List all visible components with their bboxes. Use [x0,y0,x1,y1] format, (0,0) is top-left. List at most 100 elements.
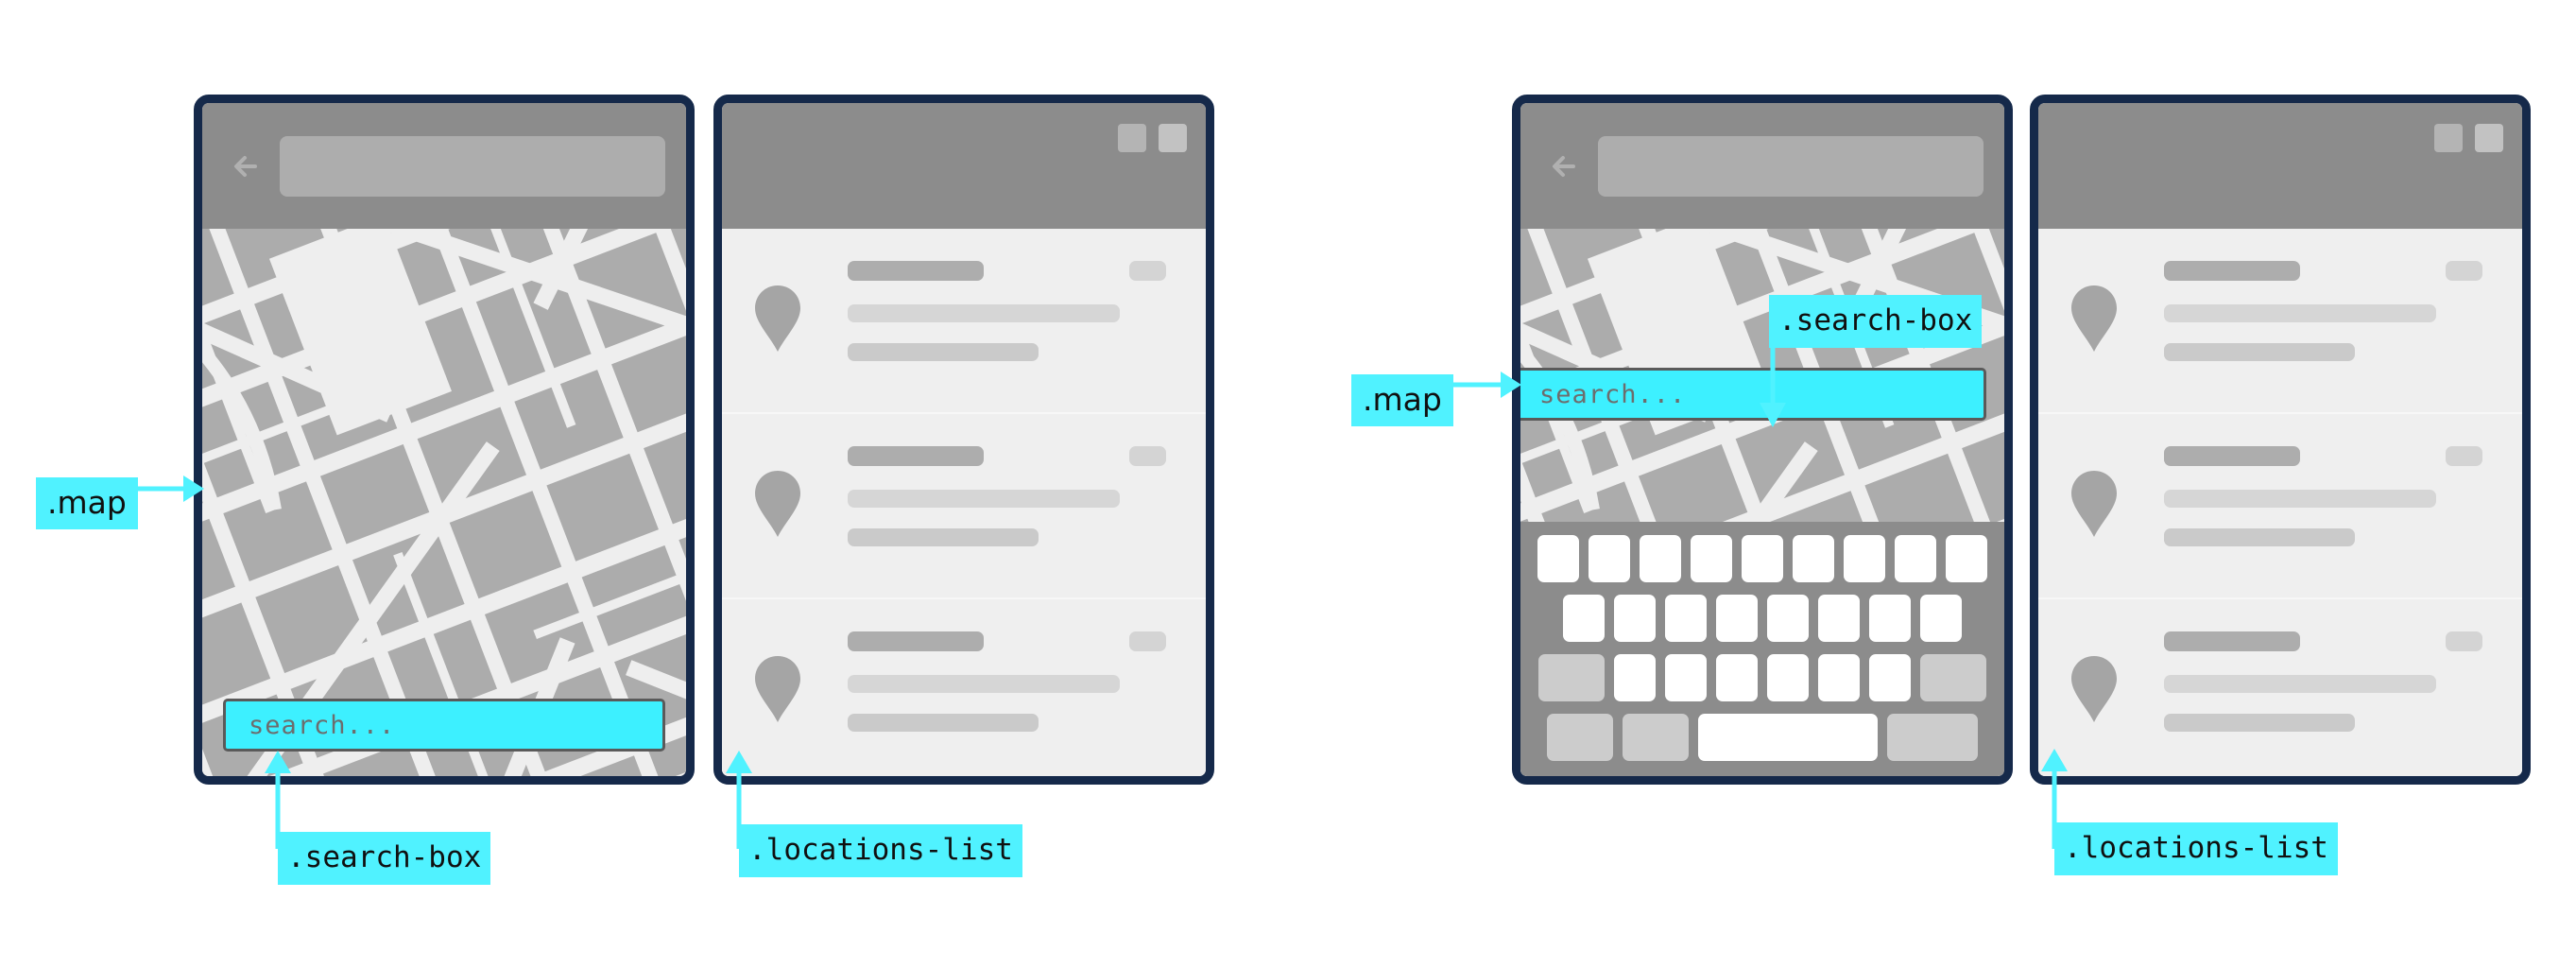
keyboard-key[interactable] [1742,535,1783,582]
list-item[interactable] [2038,599,2522,776]
browser-topbar [202,103,686,229]
keyboard-key[interactable] [1691,535,1732,582]
locations-list[interactable] [2038,229,2522,776]
search-box[interactable]: search... [223,699,665,752]
keyboard-row-1 [1532,535,1993,582]
list-item-line-1 [2164,675,2436,693]
list-item[interactable] [722,229,1206,414]
keyboard-key[interactable] [1614,654,1656,701]
list-item-line-2 [848,528,1039,546]
annotation-map: .map [36,477,138,529]
url-bar[interactable] [1598,135,1984,197]
keyboard-key[interactable] [1716,595,1758,642]
keyboard-key[interactable] [1920,595,1962,642]
locations-list-phone-keyboard [2030,95,2531,785]
keyboard-key[interactable] [1767,654,1809,701]
keyboard-key[interactable] [1869,595,1911,642]
keyboard-key[interactable] [1589,535,1630,582]
back-arrow-icon[interactable] [1545,146,1587,187]
list-item-line-2 [2164,528,2355,546]
list-item-title [848,261,984,281]
window-titlebar [722,103,1206,229]
map-screen: search... [202,103,686,776]
list-item-line-2 [848,343,1039,361]
annotation-map: .map [1351,374,1453,426]
map-phone-default: search... [194,95,695,785]
list-item-line-1 [2164,304,2436,322]
list-item[interactable] [722,414,1206,599]
list-item-badge [1129,261,1166,281]
search-box[interactable]: search... [1520,368,1986,421]
locations-list-screen [722,103,1206,776]
locations-list[interactable] [722,229,1206,776]
globe-key[interactable] [1623,714,1689,761]
list-item[interactable] [722,599,1206,776]
keyboard-key[interactable] [1844,535,1885,582]
locations-list-screen [2038,103,2522,776]
map-pin-icon [753,284,802,354]
list-item[interactable] [2038,414,2522,599]
list-item[interactable] [2038,229,2522,414]
list-item-line-2 [848,714,1039,732]
list-item-badge [2446,261,2482,281]
map-pin-icon [2069,469,2119,539]
map-pin-icon [2069,654,2119,724]
on-screen-keyboard[interactable] [1520,522,2004,776]
map-canvas[interactable] [202,229,686,776]
list-item-line-1 [2164,490,2436,508]
browser-topbar [1520,103,2004,229]
keyboard-key[interactable] [1767,595,1809,642]
keyboard-key[interactable] [1614,595,1656,642]
list-item-title [2164,261,2300,281]
minimize-button[interactable] [1118,124,1146,152]
keyboard-key[interactable] [1716,654,1758,701]
annotation-locations-list: .locations-list [2054,822,2338,875]
map-pin-icon [753,469,802,539]
map-pin-icon [753,654,802,724]
symbols-key[interactable] [1547,714,1613,761]
backspace-key[interactable] [1920,654,1986,701]
maximize-button[interactable] [1159,124,1187,152]
list-item-badge [2446,631,2482,651]
keyboard-key[interactable] [1665,654,1707,701]
list-item-title [848,631,984,651]
keyboard-key[interactable] [1793,535,1834,582]
keyboard-key[interactable] [1869,654,1911,701]
list-item-line-1 [848,675,1120,693]
annotation-locations-list: .locations-list [739,824,1022,877]
keyboard-row-2 [1532,595,1993,642]
list-item-title [848,446,984,466]
locations-list-phone-default [713,95,1214,785]
maximize-button[interactable] [2475,124,2503,152]
list-item-line-2 [2164,714,2355,732]
keyboard-row-4 [1532,714,1993,761]
keyboard-key[interactable] [1895,535,1936,582]
keyboard-key[interactable] [1665,595,1707,642]
keyboard-key[interactable] [1537,535,1579,582]
keyboard-key[interactable] [1818,595,1860,642]
map-pin-icon [2069,284,2119,354]
map-phone-keyboard: search... [1512,95,2013,785]
list-item-badge [1129,446,1166,466]
keyboard-row-3 [1532,654,1993,701]
shift-key[interactable] [1538,654,1605,701]
keyboard-key[interactable] [1946,535,1987,582]
url-bar[interactable] [280,135,665,197]
list-item-line-2 [2164,343,2355,361]
back-arrow-icon[interactable] [227,146,268,187]
list-item-badge [2446,446,2482,466]
keyboard-key[interactable] [1818,654,1860,701]
search-input-placeholder: search... [249,710,396,740]
list-item-title [2164,446,2300,466]
return-key[interactable] [1887,714,1978,761]
annotation-search-box: .search-box [278,832,491,885]
keyboard-key[interactable] [1563,595,1605,642]
search-input-placeholder: search... [1539,379,1687,409]
list-item-line-1 [848,490,1120,508]
space-key[interactable] [1698,714,1878,761]
window-titlebar [2038,103,2522,229]
list-item-badge [1129,631,1166,651]
list-item-title [2164,631,2300,651]
minimize-button[interactable] [2434,124,2463,152]
keyboard-key[interactable] [1640,535,1681,582]
